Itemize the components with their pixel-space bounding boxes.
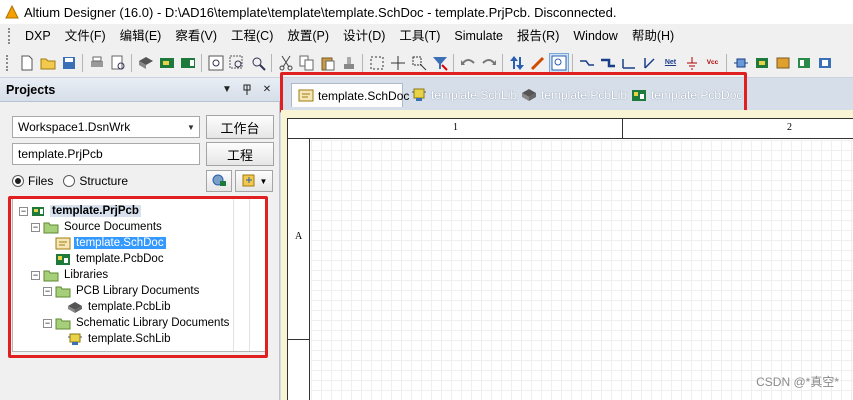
pin-icon[interactable] (240, 83, 254, 97)
toolbar-separator (572, 53, 573, 72)
menu-reports[interactable]: 报告(R) (510, 25, 566, 47)
zone-row-a: A (295, 231, 303, 242)
zoom-fit-icon[interactable] (207, 54, 225, 72)
menu-window[interactable]: Window (566, 25, 624, 47)
print-icon[interactable] (88, 54, 106, 72)
place-bus-entry-icon[interactable] (641, 54, 659, 72)
open-folder-icon[interactable] (39, 54, 57, 72)
toolbar-separator (453, 53, 454, 72)
hierarchy-up-down-icon[interactable] (508, 54, 526, 72)
zoom-area-icon[interactable] (228, 54, 246, 72)
zone-divider (288, 339, 310, 340)
altium-logo-icon (5, 5, 19, 19)
workspace-select-value: Workspace1.DsnWrk (18, 120, 131, 134)
rubber-stamp-icon[interactable] (340, 54, 358, 72)
projects-panel-title: Projects (6, 82, 56, 97)
toolbar-separator (502, 53, 503, 72)
menu-dxp[interactable]: DXP (18, 25, 58, 47)
sheet-border-left: A (288, 139, 310, 400)
place-device-sheet-icon[interactable] (795, 54, 813, 72)
chevron-down-icon: ▼ (259, 176, 268, 186)
project-options-button[interactable]: ▼ (235, 170, 273, 192)
pcb-board-icon[interactable] (158, 54, 176, 72)
toolbar-separator (82, 53, 83, 72)
undo-icon[interactable] (459, 54, 477, 72)
place-signal-harness-icon[interactable] (620, 54, 638, 72)
compile-project-button[interactable] (206, 170, 232, 192)
menu-simulate[interactable]: Simulate (447, 25, 510, 47)
window-title: Altium Designer (16.0) - D:\AD16\templat… (24, 4, 617, 20)
title-bar: Altium Designer (16.0) - D:\AD16\templat… (0, 0, 853, 24)
place-net-label-icon[interactable]: Net (662, 54, 680, 72)
new-document-icon[interactable] (18, 54, 36, 72)
menu-tools[interactable]: 工具(T) (392, 25, 447, 47)
menu-grip[interactable] (8, 28, 12, 44)
schematic-sheet[interactable]: 1 2 A (287, 118, 853, 400)
place-sheet-entry-icon[interactable] (774, 54, 792, 72)
move-selection-icon[interactable] (410, 54, 428, 72)
menu-file[interactable]: 文件(F) (58, 25, 113, 47)
print-preview-icon[interactable] (109, 54, 127, 72)
place-wire-icon[interactable] (578, 54, 596, 72)
zone-column-1: 1 (453, 122, 458, 133)
project-field[interactable]: template.PrjPcb (12, 143, 200, 165)
workspace-select[interactable]: Workspace1.DsnWrk ▼ (12, 116, 200, 138)
select-area-icon[interactable] (368, 54, 386, 72)
menu-edit[interactable]: 编辑(E) (113, 25, 169, 47)
menu-project[interactable]: 工程(C) (224, 25, 280, 47)
schematic-editor[interactable]: 1 2 A (281, 110, 853, 400)
view-mode-group: Files Structure (12, 174, 138, 188)
toolbar-separator (726, 53, 727, 72)
toolbar-grip[interactable] (6, 54, 10, 71)
document-options-icon (241, 173, 257, 190)
move-icon[interactable] (389, 54, 407, 72)
redo-icon[interactable] (480, 54, 498, 72)
place-sheet-symbol-icon[interactable] (753, 54, 771, 72)
menu-place[interactable]: 放置(P) (280, 25, 336, 47)
files-radio-label[interactable]: Files (28, 174, 53, 188)
component-icon[interactable] (137, 54, 155, 72)
copy-icon[interactable] (298, 54, 316, 72)
toolbar-separator (362, 53, 363, 72)
panel-menu-arrow-icon[interactable]: ▼ (220, 83, 234, 97)
zone-column-2: 2 (787, 122, 792, 133)
place-vcc-icon[interactable]: Vcc (704, 54, 722, 72)
menu-view[interactable]: 察看(V) (168, 25, 224, 47)
toolbar-separator (201, 53, 202, 72)
projects-panel-header: Projects ▼ ✕ (0, 78, 280, 102)
workspace-button[interactable]: 工作台 (206, 115, 274, 139)
files-radio[interactable] (12, 175, 24, 187)
tabs-highlight-box (280, 72, 747, 113)
menu-help[interactable]: 帮助(H) (625, 25, 681, 47)
cut-icon[interactable] (277, 54, 295, 72)
toolbar-separator (271, 53, 272, 72)
project-button[interactable]: 工程 (206, 142, 274, 166)
paste-icon[interactable] (319, 54, 337, 72)
close-icon[interactable]: ✕ (260, 83, 274, 97)
library-icon[interactable] (179, 54, 197, 72)
watermark: CSDN @*真空* (756, 375, 839, 389)
sheet-grid[interactable] (311, 140, 853, 400)
menu-design[interactable]: 设计(D) (336, 25, 392, 47)
compile-icon (211, 173, 227, 190)
place-part-icon[interactable] (732, 54, 750, 72)
place-bus-icon[interactable] (599, 54, 617, 72)
tree-highlight-box (8, 196, 268, 358)
save-icon[interactable] (60, 54, 78, 72)
zone-divider (622, 119, 623, 139)
cross-probe-icon[interactable] (529, 54, 547, 72)
chevron-down-icon[interactable]: ▼ (183, 117, 199, 137)
zoom-selected-icon[interactable] (249, 54, 267, 72)
place-gnd-icon[interactable] (683, 54, 701, 72)
structure-radio-label[interactable]: Structure (79, 174, 128, 188)
sheet-border-top: 1 2 (288, 119, 853, 139)
toolbar-separator (131, 53, 132, 72)
menu-bar: DXP 文件(F) 编辑(E) 察看(V) 工程(C) 放置(P) 设计(D) … (0, 24, 853, 48)
place-port-icon[interactable] (816, 54, 834, 72)
clear-filter-icon[interactable] (431, 54, 449, 72)
browse-component-icon[interactable] (548, 52, 569, 73)
structure-radio[interactable] (63, 175, 76, 187)
